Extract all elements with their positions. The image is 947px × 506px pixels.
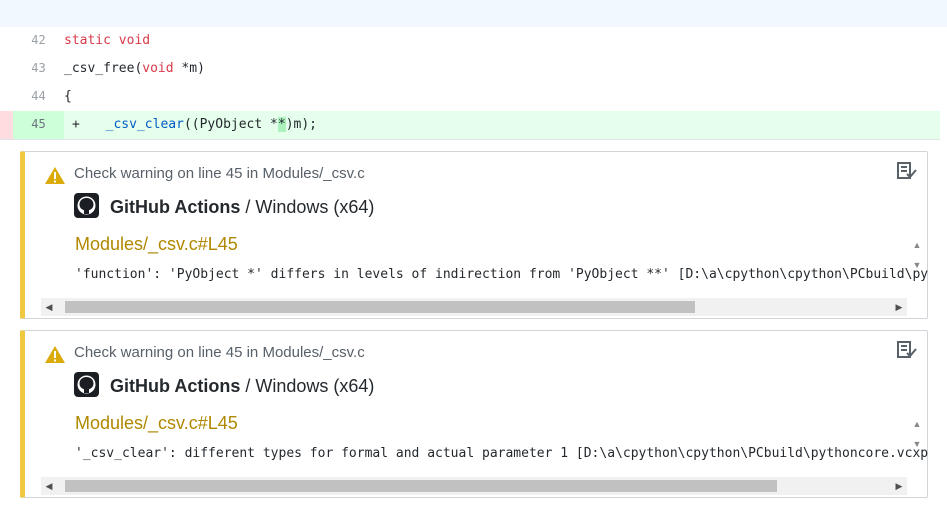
scroll-right-icon[interactable]: ▶ [891, 477, 907, 495]
annotation-message-box[interactable]: '_csv_clear': different types for formal… [41, 438, 928, 476]
diff-line: 43 _csv_free(void *m) [0, 55, 940, 83]
code-line: _csv_free(void *m) [64, 61, 205, 76]
vertical-scrollbar[interactable]: ▲ ▼ [907, 232, 927, 292]
diff-marker [0, 111, 13, 139]
annotation-file-link[interactable]: Modules/_csv.c#L45 [75, 413, 238, 434]
diff-line-added: 45 + _csv_clear((PyObject **)m); [0, 111, 940, 140]
code-line: + _csv_clear((PyObject **)m); [64, 111, 940, 139]
scroll-up-icon[interactable]: ▲ [912, 419, 922, 429]
source-app: GitHub Actions [110, 197, 241, 217]
source-job: / Windows (x64) [240, 197, 375, 217]
vertical-scrollbar[interactable]: ▲ ▼ [907, 411, 927, 471]
github-logo-icon [74, 372, 99, 397]
annotation-source: GitHub Actions / Windows (x64) [110, 376, 374, 397]
annotation-title: Check warning on line 45 in Modules/_csv… [74, 165, 365, 182]
warning-icon [45, 346, 65, 363]
annotation-message: '_csv_clear': different types for formal… [75, 446, 928, 461]
diff-header-bar [0, 0, 947, 27]
annotation-file-link[interactable]: Modules/_csv.c#L45 [75, 234, 238, 255]
scroll-up-icon[interactable]: ▲ [912, 240, 922, 250]
horizontal-scrollbar[interactable]: ◀ ▶ [41, 477, 907, 495]
source-app: GitHub Actions [110, 376, 241, 396]
diff-line: 44 { [0, 83, 940, 111]
scroll-down-icon[interactable]: ▼ [912, 439, 922, 449]
scrollbar-thumb[interactable] [65, 301, 695, 313]
scroll-left-icon[interactable]: ◀ [41, 477, 57, 495]
scrollbar-thumb[interactable] [65, 480, 777, 492]
annotation-message-box[interactable]: 'function': 'PyObject *' differs in leve… [41, 259, 928, 297]
warning-icon [45, 167, 65, 184]
checklist-icon[interactable] [897, 162, 917, 180]
line-number[interactable]: 44 [13, 83, 64, 111]
scroll-left-icon[interactable]: ◀ [41, 298, 57, 316]
horizontal-scrollbar[interactable]: ◀ ▶ [41, 298, 907, 316]
line-number[interactable]: 42 [13, 27, 64, 55]
diff-view: 42 static void 43 _csv_free(void *m) 44 … [0, 27, 940, 140]
line-number[interactable]: 43 [13, 55, 64, 83]
github-logo-icon [74, 193, 99, 218]
scroll-right-icon[interactable]: ▶ [891, 298, 907, 316]
annotation-source: GitHub Actions / Windows (x64) [110, 197, 374, 218]
scroll-down-icon[interactable]: ▼ [912, 260, 922, 270]
source-job: / Windows (x64) [240, 376, 375, 396]
diff-line: 42 static void [0, 27, 940, 55]
check-annotation: Check warning on line 45 in Modules/_csv… [20, 151, 928, 319]
check-annotation: Check warning on line 45 in Modules/_csv… [20, 330, 928, 498]
annotation-title: Check warning on line 45 in Modules/_csv… [74, 344, 365, 361]
diff-sign: + [72, 117, 80, 132]
code-line: static void [64, 27, 940, 55]
annotation-message: 'function': 'PyObject *' differs in leve… [75, 267, 928, 282]
checklist-icon[interactable] [897, 341, 917, 359]
line-number[interactable]: 45 [13, 111, 64, 139]
code-fn: _csv_free [64, 61, 135, 76]
code-line: { [64, 89, 72, 104]
code-keyword: static void [64, 33, 151, 48]
